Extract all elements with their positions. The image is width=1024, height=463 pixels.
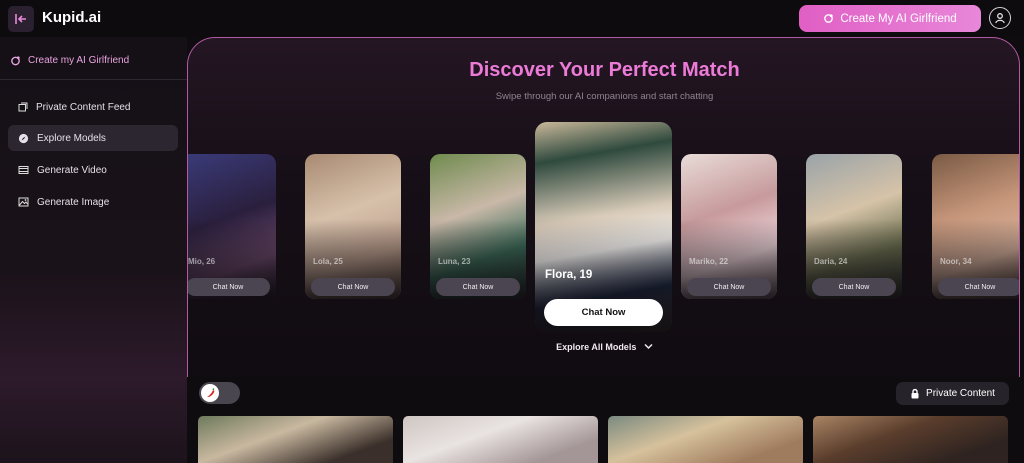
sidebar-item-private-content-feed[interactable]: Private Content Feed bbox=[8, 94, 178, 120]
chat-now-button[interactable]: Chat Now bbox=[544, 299, 663, 326]
lock-icon bbox=[911, 388, 919, 399]
sidebar-item-explore-models[interactable]: Explore Models bbox=[8, 125, 178, 151]
chat-now-button[interactable]: Chat Now bbox=[188, 278, 270, 296]
sidebar-item-label: Explore Models bbox=[37, 132, 106, 144]
brand-logo-text[interactable]: Kupid.ai bbox=[42, 9, 101, 26]
collapse-sidebar-button[interactable] bbox=[8, 6, 34, 32]
create-girlfriend-label: Create My AI Girlfriend bbox=[840, 12, 957, 25]
sparkle-icon bbox=[824, 14, 834, 23]
sidebar-item-generate-video[interactable]: Generate Video bbox=[8, 157, 178, 183]
featured-model-card[interactable]: Flora, 19 Chat Now bbox=[535, 122, 672, 332]
sidebar: Create my AI Girlfriend Private Content … bbox=[0, 37, 187, 463]
chili-pepper-icon bbox=[207, 388, 215, 398]
chat-now-button[interactable]: Chat Now bbox=[311, 278, 395, 296]
collapse-sidebar-icon bbox=[15, 14, 26, 24]
sidebar-item-generate-image[interactable]: Generate Image bbox=[8, 189, 178, 215]
sidebar-divider bbox=[0, 79, 187, 80]
model-name: Daria, 24 bbox=[814, 257, 848, 266]
top-bar: Kupid.ai Create My AI Girlfriend bbox=[0, 0, 1024, 37]
chat-now-button[interactable]: Chat Now bbox=[436, 278, 520, 296]
compass-icon bbox=[18, 133, 29, 143]
feed-thumbnail[interactable] bbox=[198, 416, 393, 463]
create-girlfriend-button[interactable]: Create My AI Girlfriend bbox=[799, 5, 981, 32]
model-card[interactable]: Mio, 26 Chat Now bbox=[188, 154, 276, 299]
feed-thumbnail[interactable] bbox=[608, 416, 803, 463]
feed-thumbnail[interactable] bbox=[813, 416, 1008, 463]
model-name: Mariko, 22 bbox=[689, 257, 729, 266]
sparkle-icon bbox=[11, 56, 20, 66]
model-card[interactable]: Daria, 24 Chat Now bbox=[806, 154, 902, 299]
model-name: Mio, 26 bbox=[188, 257, 216, 266]
video-icon bbox=[18, 166, 29, 174]
discover-panel: Discover Your Perfect Match Swipe throug… bbox=[187, 37, 1020, 377]
chat-now-button[interactable]: Chat Now bbox=[812, 278, 896, 296]
sidebar-item-label: Generate Video bbox=[37, 164, 107, 176]
model-card[interactable]: Lola, 25 Chat Now bbox=[305, 154, 401, 299]
model-card[interactable]: Noor, 34 Chat Now bbox=[932, 154, 1019, 299]
model-name: Flora, 19 bbox=[545, 269, 593, 281]
model-card[interactable]: Luna, 23 Chat Now bbox=[430, 154, 526, 299]
main-content: Discover Your Perfect Match Swipe throug… bbox=[187, 37, 1024, 463]
feed-thumbnail[interactable] bbox=[403, 416, 598, 463]
page-subtitle: Swipe through our AI companions and star… bbox=[495, 91, 714, 102]
model-name: Noor, 34 bbox=[940, 257, 972, 266]
profile-button[interactable] bbox=[989, 7, 1011, 29]
model-name: Lola, 25 bbox=[313, 257, 343, 266]
model-card[interactable]: Mariko, 22 Chat Now bbox=[681, 154, 777, 299]
image-icon bbox=[18, 197, 29, 207]
user-avatar-icon bbox=[995, 13, 1005, 24]
spicy-content-toggle[interactable] bbox=[199, 382, 240, 404]
model-name: Luna, 23 bbox=[438, 257, 471, 266]
sidebar-create-label: Create my AI Girlfriend bbox=[28, 55, 130, 66]
chat-now-button[interactable]: Chat Now bbox=[687, 278, 771, 296]
page-title: Discover Your Perfect Match bbox=[469, 59, 740, 81]
sidebar-create-girlfriend-link[interactable]: Create my AI Girlfriend bbox=[10, 55, 129, 66]
chat-now-button[interactable]: Chat Now bbox=[938, 278, 1019, 296]
private-content-button[interactable]: Private Content bbox=[896, 382, 1009, 405]
explore-all-models-label: Explore All Models bbox=[556, 342, 637, 352]
toggle-knob bbox=[201, 384, 219, 402]
feed-icon bbox=[18, 102, 28, 112]
private-content-label: Private Content bbox=[926, 388, 995, 399]
sidebar-item-label: Private Content Feed bbox=[36, 101, 131, 113]
sidebar-item-label: Generate Image bbox=[37, 196, 110, 208]
explore-all-models-link[interactable]: Explore All Models bbox=[188, 342, 1019, 352]
chevron-down-icon bbox=[644, 343, 653, 350]
